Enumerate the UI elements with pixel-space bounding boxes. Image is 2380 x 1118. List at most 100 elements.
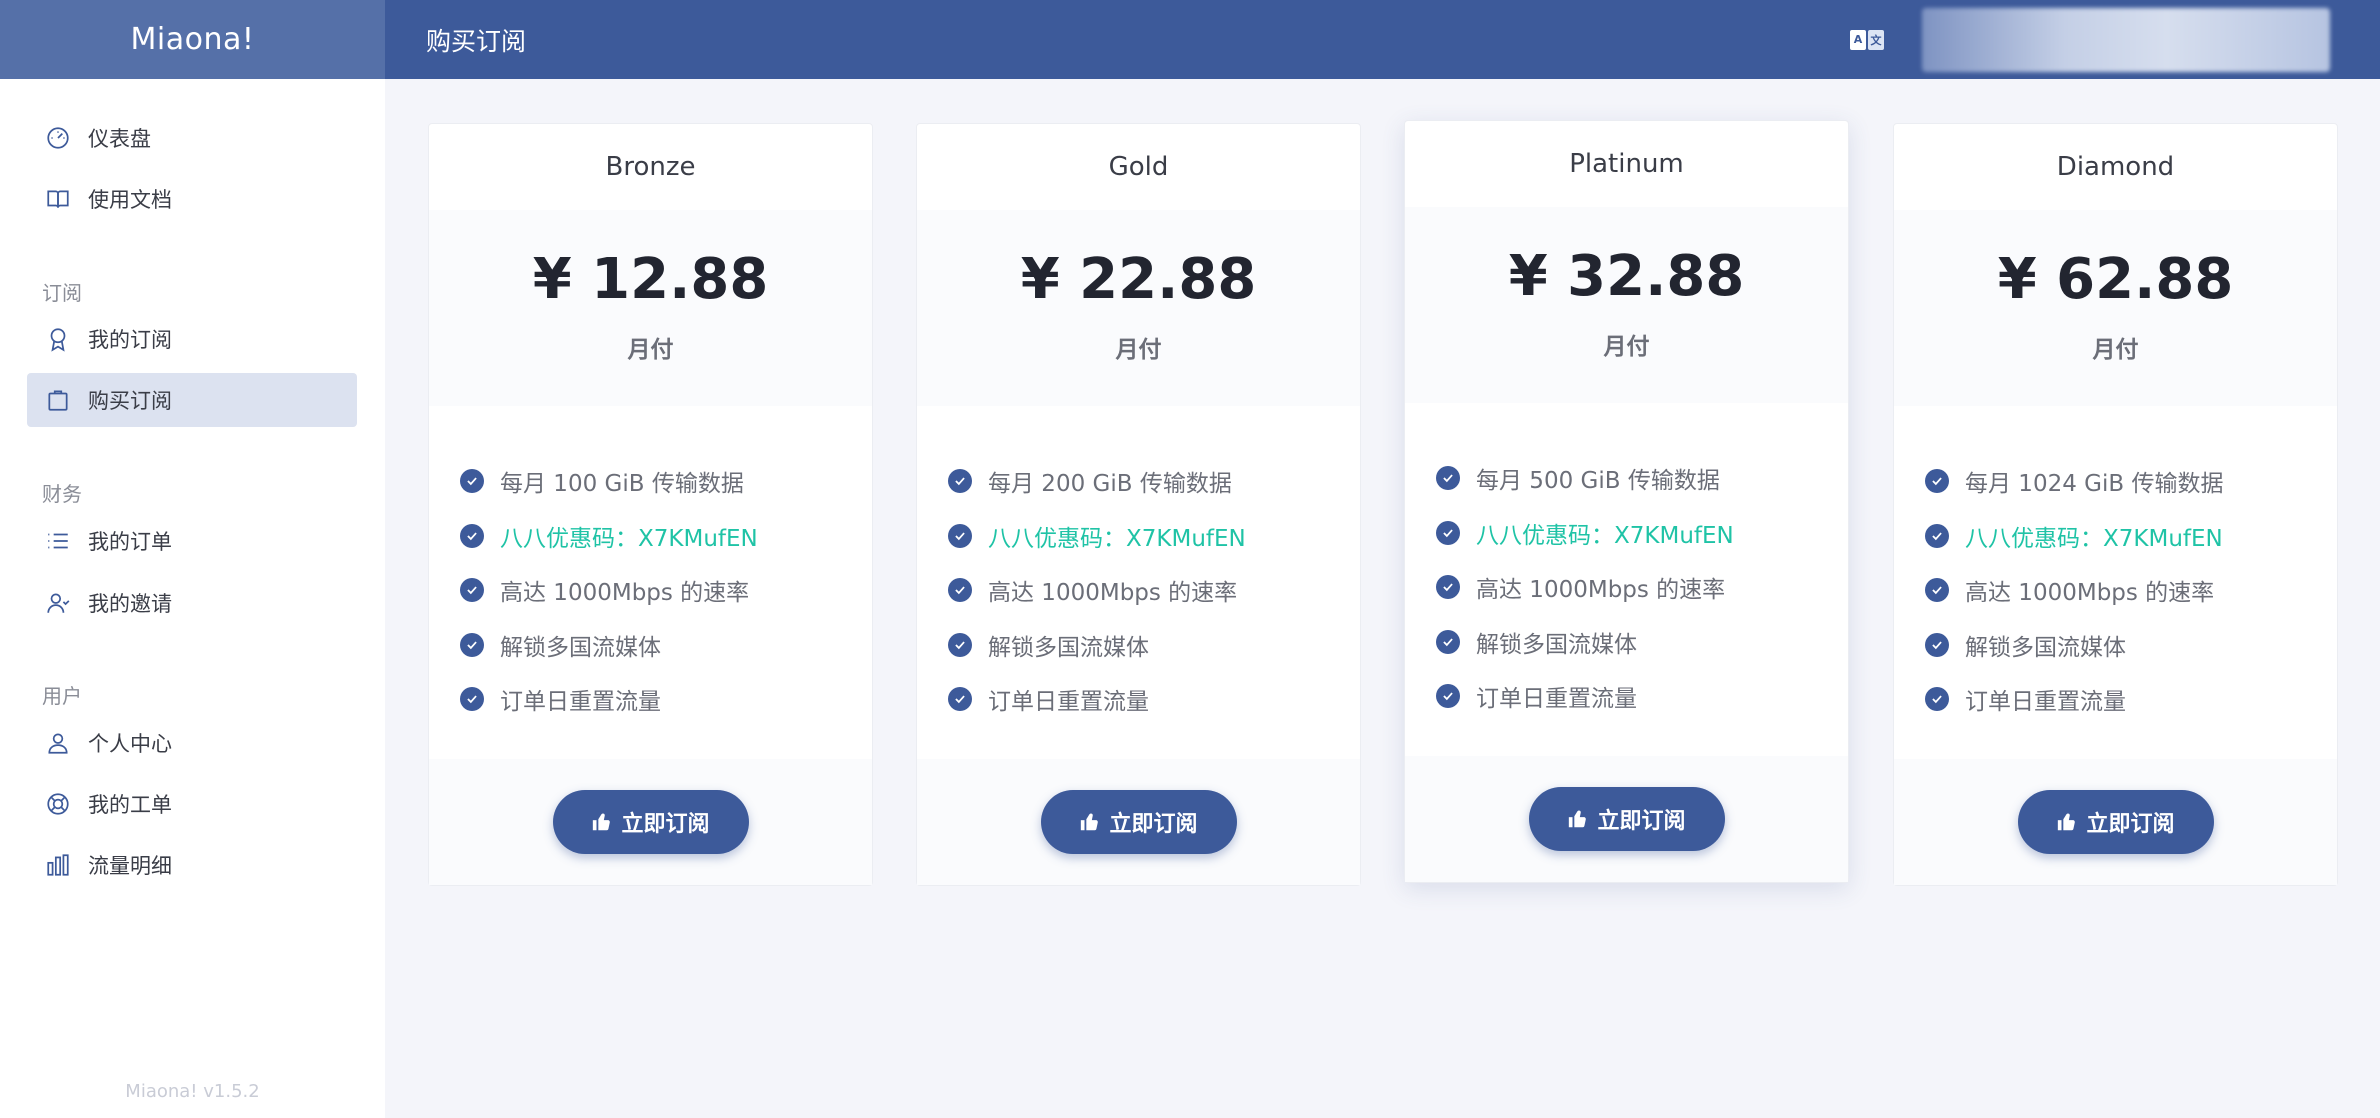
sidebar-item-dashboard[interactable]: 仪表盘 — [27, 111, 357, 165]
feature-item: 解锁多国流媒体 — [1436, 615, 1848, 670]
sidebar: 仪表盘 使用文档 订阅 我的订阅 购买订阅 财务 我的订单 我的邀请 用户 个人… — [0, 79, 385, 1118]
feature-item: 订单日重置流量 — [460, 672, 872, 727]
dashboard-gauge-icon — [44, 124, 72, 152]
check-circle-icon — [1925, 523, 1949, 548]
feature-item-promo: 八八优惠码：X7KMufEN — [1436, 506, 1848, 561]
check-circle-icon — [1436, 520, 1460, 545]
thumbs-up-icon — [593, 813, 611, 831]
plan-card-gold: Gold ¥ 22.88 月付 每月 200 GiB 传输数据 八八优惠码：X7… — [916, 123, 1361, 886]
check-circle-icon — [948, 578, 972, 603]
feature-list: 每月 1024 GiB 传输数据 八八优惠码：X7KMufEN 高达 1000M… — [1894, 406, 2337, 759]
user-invite-icon — [44, 589, 72, 617]
menu-group-finance: 财务 — [42, 482, 82, 506]
menu-group-user: 用户 — [42, 684, 82, 708]
check-circle-icon — [1436, 629, 1460, 654]
plan-card-bronze: Bronze ¥ 12.88 月付 每月 100 GiB 传输数据 八八优惠码：… — [428, 123, 873, 886]
check-circle-icon — [1436, 684, 1460, 709]
card-footer: 立即订阅 — [1894, 759, 2337, 885]
feature-item: 高达 1000Mbps 的速率 — [1436, 560, 1848, 615]
user-icon — [44, 729, 72, 757]
plan-card-platinum: Platinum ¥ 32.88 月付 每月 500 GiB 传输数据 八八优惠… — [1404, 120, 1849, 883]
subscribe-button[interactable]: 立即订阅 — [552, 790, 749, 854]
subscribe-button[interactable]: 立即订阅 — [1040, 790, 1237, 854]
sidebar-item-my-invites[interactable]: 我的邀请 — [27, 576, 357, 630]
subscribe-button[interactable]: 立即订阅 — [1528, 787, 1725, 851]
feature-item: 每月 100 GiB 传输数据 — [460, 454, 872, 509]
sidebar-item-my-orders[interactable]: 我的订单 — [27, 514, 357, 568]
feature-item-promo: 八八优惠码：X7KMufEN — [948, 509, 1360, 564]
sidebar-item-docs[interactable]: 使用文档 — [27, 172, 357, 226]
sidebar-item-label: 我的工单 — [88, 793, 172, 817]
plan-price: ¥ 62.88 — [1997, 247, 2234, 312]
check-circle-icon — [1925, 687, 1949, 712]
subscribe-button[interactable]: 立即订阅 — [2017, 790, 2214, 854]
check-circle-icon — [460, 578, 484, 603]
feature-item: 每月 1024 GiB 传输数据 — [1925, 454, 2337, 509]
sidebar-item-label: 仪表盘 — [88, 127, 151, 151]
check-circle-icon — [460, 632, 484, 657]
feature-item: 解锁多国流媒体 — [1925, 618, 2337, 673]
sidebar-item-profile[interactable]: 个人中心 — [27, 716, 357, 770]
header-actions: A文 — [1850, 7, 2380, 72]
sidebar-item-traffic[interactable]: 流量明细 — [27, 838, 357, 892]
feature-item: 高达 1000Mbps 的速率 — [948, 563, 1360, 618]
billing-period: 月付 — [2092, 337, 2139, 363]
plan-name: Diamond — [2056, 152, 2175, 182]
sidebar-item-label: 流量明细 — [88, 854, 172, 878]
sidebar-item-label: 使用文档 — [88, 188, 172, 212]
feature-item: 高达 1000Mbps 的速率 — [1925, 563, 2337, 618]
billing-period: 月付 — [627, 337, 674, 363]
sidebar-item-buy-subscription[interactable]: 购买订阅 — [27, 373, 357, 427]
plan-name: Platinum — [1569, 149, 1684, 179]
plan-name: Bronze — [605, 152, 696, 182]
book-icon — [44, 185, 72, 213]
plan-price: ¥ 12.88 — [532, 247, 769, 312]
feature-item: 订单日重置流量 — [1436, 669, 1848, 724]
card-footer: 立即订阅 — [917, 759, 1360, 885]
user-account-menu[interactable] — [1922, 7, 2330, 72]
feature-item: 每月 500 GiB 传输数据 — [1436, 451, 1848, 506]
check-circle-icon — [948, 687, 972, 712]
check-circle-icon — [1925, 632, 1949, 657]
feature-item: 订单日重置流量 — [948, 672, 1360, 727]
check-circle-icon — [948, 632, 972, 657]
brand-logo[interactable]: Miaona! — [0, 0, 385, 79]
list-icon — [44, 527, 72, 555]
translate-icon[interactable]: A文 — [1850, 29, 1884, 50]
check-circle-icon — [460, 523, 484, 548]
feature-item-promo: 八八优惠码：X7KMufEN — [460, 509, 872, 564]
card-footer: 立即订阅 — [1405, 756, 1848, 882]
sidebar-item-my-subscription[interactable]: 我的订阅 — [27, 312, 357, 366]
plan-price: ¥ 32.88 — [1508, 244, 1745, 309]
check-circle-icon — [460, 687, 484, 712]
page-title: 购买订阅 — [426, 26, 527, 56]
sidebar-item-label: 个人中心 — [88, 732, 172, 756]
menu-group-subscription: 订阅 — [42, 281, 82, 305]
check-circle-icon — [460, 469, 484, 494]
thumbs-up-icon — [1081, 813, 1099, 831]
plan-price: ¥ 22.88 — [1020, 247, 1257, 312]
feature-item: 每月 200 GiB 传输数据 — [948, 454, 1360, 509]
check-circle-icon — [948, 523, 972, 548]
price-box: ¥ 22.88 月付 — [917, 210, 1360, 406]
card-footer: 立即订阅 — [429, 759, 872, 885]
lifebuoy-icon — [44, 790, 72, 818]
plan-card-diamond: Diamond ¥ 62.88 月付 每月 1024 GiB 传输数据 八八优惠… — [1893, 123, 2338, 886]
app-version: Miaona! v1.5.2 — [125, 1081, 260, 1102]
feature-list: 每月 200 GiB 传输数据 八八优惠码：X7KMufEN 高达 1000Mb… — [917, 406, 1360, 759]
feature-item: 解锁多国流媒体 — [948, 618, 1360, 673]
feature-item: 高达 1000Mbps 的速率 — [460, 563, 872, 618]
sidebar-item-tickets[interactable]: 我的工单 — [27, 777, 357, 831]
check-circle-icon — [1925, 578, 1949, 603]
feature-list: 每月 100 GiB 传输数据 八八优惠码：X7KMufEN 高达 1000Mb… — [429, 406, 872, 759]
thumbs-up-icon — [1569, 810, 1587, 828]
sidebar-item-label: 我的订单 — [88, 530, 172, 554]
sidebar-item-label: 我的邀请 — [88, 592, 172, 616]
price-box: ¥ 62.88 月付 — [1894, 210, 2337, 406]
check-circle-icon — [1436, 466, 1460, 491]
shopping-bag-icon — [44, 386, 72, 414]
price-box: ¥ 32.88 月付 — [1405, 207, 1848, 403]
billing-period: 月付 — [1115, 337, 1162, 363]
feature-list: 每月 500 GiB 传输数据 八八优惠码：X7KMufEN 高达 1000Mb… — [1405, 403, 1848, 756]
feature-item-promo: 八八优惠码：X7KMufEN — [1925, 509, 2337, 564]
